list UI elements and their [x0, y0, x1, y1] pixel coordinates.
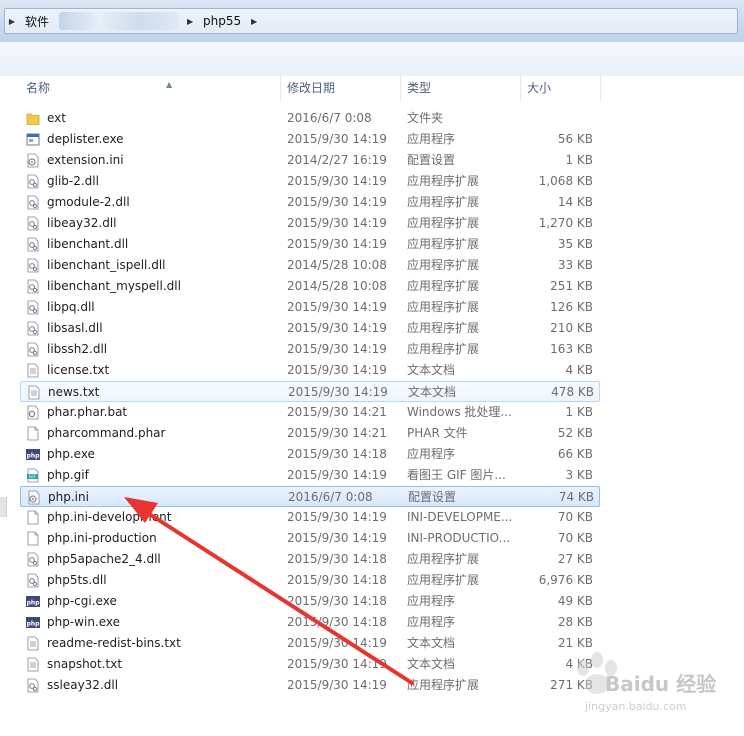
annotation-arrow — [124, 497, 414, 685]
